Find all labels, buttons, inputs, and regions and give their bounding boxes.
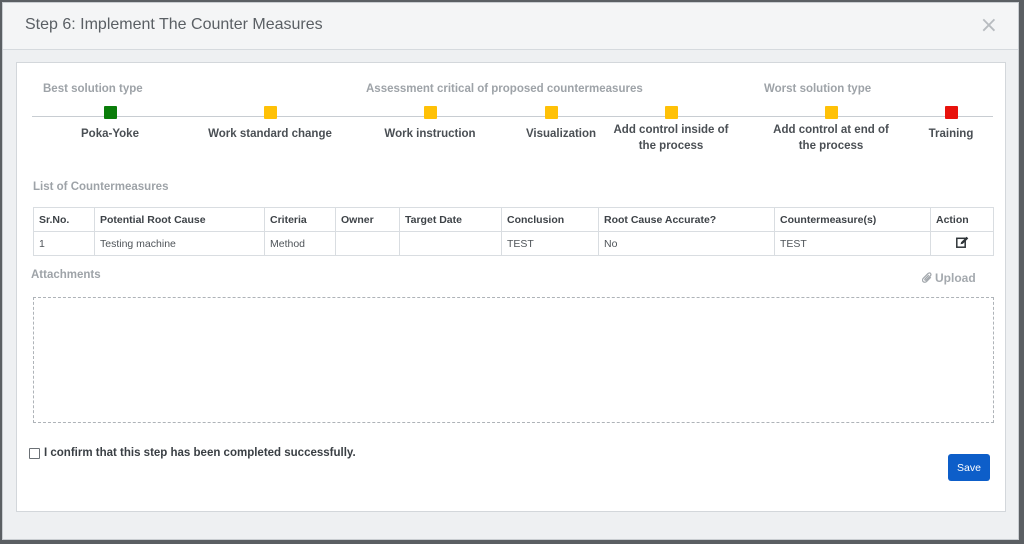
cell-target-date [399,231,502,256]
col-action: Action [930,207,994,232]
scale-item-training: Training [928,128,974,140]
table-header-row: Sr.No. Potential Root Cause Criteria Own… [33,207,994,232]
modal-header: Step 6: Implement The Counter Measures × [3,3,1018,50]
upload-label: Upload [935,271,976,285]
marker-poka-yoke [104,106,117,119]
scale-item-work-standard-change: Work standard change [208,128,332,140]
modal-title: Step 6: Implement The Counter Measures [25,16,323,33]
cell-countermeasures: TEST [774,231,931,256]
attachments-dropzone[interactable] [33,297,994,423]
scale-item-control-end: Add control at end of the process [773,124,889,152]
countermeasures-table: Sr.No. Potential Root Cause Criteria Own… [33,207,994,256]
table-row: 1 Testing machine Method TEST No TEST [33,231,994,256]
edit-icon[interactable] [955,236,969,251]
col-conclusion: Conclusion [501,207,599,232]
col-target-date: Target Date [399,207,502,232]
scale-item-work-instruction: Work instruction [384,128,476,140]
marker-work-instruction [424,106,437,119]
confirm-checkbox[interactable] [29,447,40,459]
confirm-row[interactable]: I confirm that this step has been comple… [29,447,356,459]
scale-item-poka-yoke: Poka-Yoke [81,128,139,140]
confirm-label: I confirm that this step has been comple… [44,447,356,459]
marker-control-end [825,106,838,119]
best-solution-label: Best solution type [43,83,143,95]
worst-solution-label: Worst solution type [764,83,872,95]
attachments-title: Attachments [31,269,101,281]
marker-work-standard-change [264,106,277,119]
scale-item-control-inside: Add control inside of the process [613,124,729,152]
close-icon[interactable]: × [980,15,998,37]
step-6-modal: Step 6: Implement The Counter Measures ×… [2,2,1019,540]
countermeasures-title: List of Countermeasures [33,181,169,193]
cell-criteria: Method [264,231,336,256]
cell-root-cause-accurate: No [598,231,775,256]
cell-root-cause: Testing machine [94,231,265,256]
marker-control-inside [665,106,678,119]
marker-training [945,106,958,119]
cell-conclusion: TEST [501,231,599,256]
cell-owner [335,231,400,256]
save-button[interactable]: Save [948,454,990,481]
col-countermeasures: Countermeasure(s) [774,207,931,232]
cell-action [930,231,994,256]
col-root-cause-accurate: Root Cause Accurate? [598,207,775,232]
scale-line [32,116,993,117]
col-owner: Owner [335,207,400,232]
col-root-cause: Potential Root Cause [94,207,265,232]
content-panel: Best solution type Assessment critical o… [16,62,1006,512]
paperclip-icon [921,272,933,287]
upload-button[interactable]: Upload [921,271,976,287]
cell-srno: 1 [33,231,95,256]
assessment-label: Assessment critical of proposed counterm… [366,83,643,95]
marker-visualization [545,106,558,119]
col-srno: Sr.No. [33,207,95,232]
col-criteria: Criteria [264,207,336,232]
